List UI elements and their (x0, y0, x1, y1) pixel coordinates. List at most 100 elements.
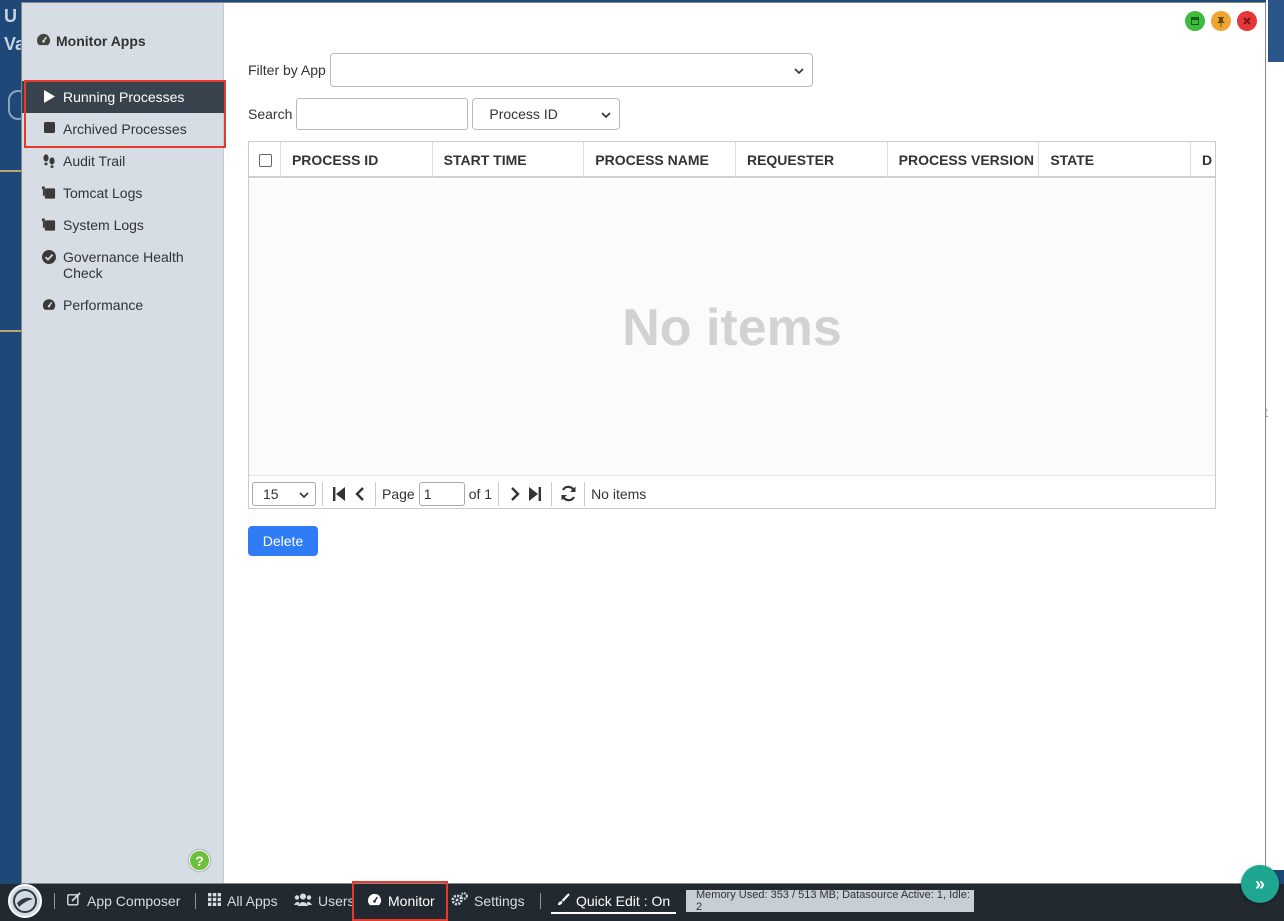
search-input[interactable] (296, 98, 469, 130)
pager-status: No items (591, 485, 647, 502)
sidebar-item-label: Running Processes (63, 89, 185, 105)
taskbar-app-composer[interactable]: App Composer (67, 884, 180, 917)
background-panel (1266, 0, 1284, 870)
pager-divider (375, 481, 376, 506)
taskbar-settings[interactable]: Settings (451, 884, 525, 917)
pin-icon[interactable] (1211, 11, 1231, 31)
sidebar-item-performance[interactable]: Performance (22, 289, 224, 321)
users-icon (294, 893, 312, 909)
sidebar-item-system-logs[interactable]: System Logs (22, 209, 224, 241)
column-header-d[interactable]: D (1191, 142, 1215, 178)
table-body: No items (249, 180, 1215, 476)
column-header-start-time[interactable]: START TIME (433, 142, 585, 178)
page-size-select[interactable]: 15 (252, 481, 316, 506)
dashboard-icon (367, 893, 382, 909)
chevron-down-icon (299, 486, 309, 502)
search-field-select[interactable]: Process ID (472, 98, 621, 130)
dashboard-icon (36, 33, 51, 49)
refresh-icon[interactable] (558, 482, 578, 506)
taskbar-divider (195, 893, 196, 909)
taskbar-item-label: Settings (474, 892, 525, 909)
monitor-apps-window: Monitor Apps Running Processes Archived … (21, 2, 1266, 884)
close-icon[interactable] (1237, 11, 1257, 31)
pager: 15 Page 1 of 1 No items (249, 478, 1215, 509)
minimize-icon[interactable] (1185, 11, 1205, 31)
taskbar-users[interactable]: Users (294, 884, 355, 917)
table-header: PROCESS ID START TIME PROCESS NAME REQUE… (249, 142, 1215, 178)
background-divider (0, 170, 22, 172)
select-all-checkbox[interactable] (259, 153, 272, 167)
taskbar-divider (54, 893, 55, 909)
filter-by-app-label: Filter by App (248, 62, 326, 78)
chevron-down-icon (601, 106, 611, 122)
page-size-value: 15 (263, 485, 279, 502)
sidebar-item-label: Performance (63, 297, 144, 313)
logs-icon (42, 218, 56, 232)
sidebar-item-label: Tomcat Logs (63, 185, 143, 201)
expand-icon[interactable]: » (1241, 865, 1279, 903)
pager-divider (551, 481, 553, 506)
search-row: Search Process ID (248, 98, 621, 130)
taskbar-item-label: Quick Edit : On (576, 892, 671, 909)
next-page-icon[interactable] (505, 482, 525, 506)
first-page-icon[interactable] (329, 482, 349, 506)
column-header-process-name[interactable]: PROCESS NAME (584, 142, 736, 178)
sidebar-item-tomcat-logs[interactable]: Tomcat Logs (22, 177, 224, 209)
logo-icon[interactable] (8, 884, 42, 918)
sidebar-item-archived-processes[interactable]: Archived Processes (22, 113, 224, 145)
taskbar-item-label: All Apps (227, 892, 278, 909)
sidebar-title-text: Monitor Apps (56, 33, 146, 49)
prev-page-icon[interactable] (349, 482, 369, 506)
sidebar-nav: Running Processes Archived Processes Aud… (22, 81, 224, 321)
stop-icon (42, 122, 56, 133)
page-number-input[interactable]: 1 (418, 481, 465, 506)
check-circle-icon (42, 250, 56, 264)
taskbar-item-label: Users (318, 892, 355, 909)
sidebar-item-governance-health-check[interactable]: Governance Health Check (22, 241, 224, 289)
column-header-process-id[interactable]: PROCESS ID (281, 142, 433, 178)
taskbar-item-label: App Composer (87, 892, 181, 909)
taskbar: App Composer All Apps Users Monitor Sett… (0, 881, 1284, 921)
page-of-label: of 1 (468, 485, 493, 502)
logs-icon (42, 186, 56, 200)
column-header-state[interactable]: STATE (1039, 142, 1191, 178)
select-all-checkbox-cell (249, 142, 281, 178)
column-header-requester[interactable]: REQUESTER (736, 142, 888, 178)
pager-divider (498, 481, 500, 506)
play-icon (42, 90, 56, 103)
background-divider (0, 330, 22, 332)
sidebar-item-running-processes[interactable]: Running Processes (22, 81, 224, 113)
memory-status: Memory Used: 353 / 513 MB; Datasource Ac… (686, 889, 974, 913)
pager-divider (584, 481, 586, 506)
empty-message: No items (622, 298, 842, 357)
chevron-down-icon (794, 62, 804, 78)
gears-icon (451, 892, 468, 909)
sidebar-item-label: Archived Processes (63, 121, 187, 137)
background-text: U (4, 6, 17, 26)
taskbar-all-apps[interactable]: All Apps (208, 884, 278, 917)
page-label: Page (382, 485, 415, 502)
column-header-process-version[interactable]: PROCESS VERSION (888, 142, 1040, 178)
dashboard-icon (42, 298, 56, 311)
sidebar-item-label: System Logs (63, 217, 144, 233)
search-field-value: Process ID (489, 106, 558, 122)
sidebar-item-audit-trail[interactable]: Audit Trail (22, 145, 224, 177)
taskbar-divider (540, 893, 541, 909)
edit-icon (67, 892, 81, 909)
last-page-icon[interactable] (525, 482, 545, 506)
quick-edit-indicator (551, 912, 676, 914)
search-label: Search (248, 106, 293, 122)
brush-icon (557, 892, 570, 909)
background-band (1268, 0, 1284, 62)
taskbar-item-label: Monitor (388, 892, 435, 909)
grid-icon (208, 892, 221, 909)
filter-row: Filter by App (248, 53, 813, 87)
filter-by-app-select[interactable] (329, 53, 813, 87)
process-table: PROCESS ID START TIME PROCESS NAME REQUE… (248, 141, 1216, 509)
sidebar: Monitor Apps Running Processes Archived … (22, 3, 226, 883)
taskbar-monitor[interactable]: Monitor (367, 884, 435, 917)
delete-button[interactable]: Delete (248, 526, 318, 556)
help-icon[interactable]: ? (189, 850, 210, 871)
sidebar-title: Monitor Apps (36, 33, 146, 49)
footprints-icon (42, 154, 56, 169)
